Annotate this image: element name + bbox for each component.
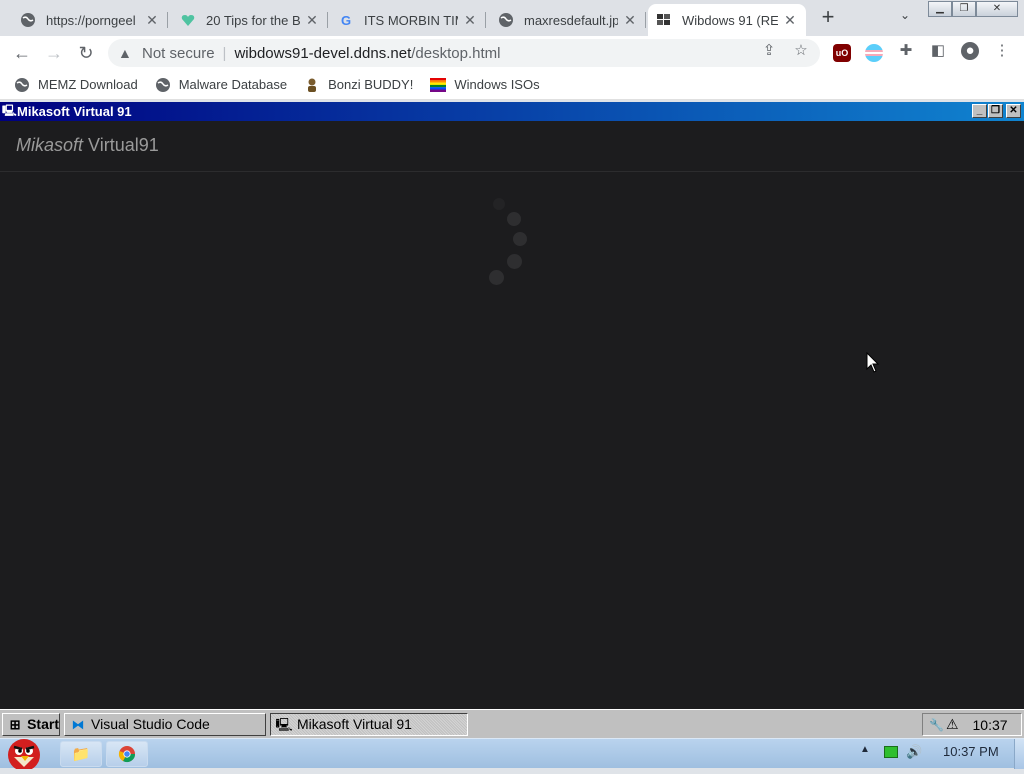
- close-icon[interactable]: ✕: [622, 12, 638, 28]
- os-clock[interactable]: 10:37 PM: [943, 744, 999, 759]
- forward-button[interactable]: →: [42, 41, 66, 65]
- browser-tab[interactable]: maxresdefault.jp ✕: [490, 4, 646, 36]
- bookmarks-bar: MEMZ Download Malware Database Bonzi BUD…: [0, 70, 1024, 100]
- restore-window-button[interactable]: ❐: [952, 1, 976, 17]
- rainbow-flag-icon: [430, 77, 447, 93]
- browser-toolbar: ← → ↻ ▲ Not secure | wibdows91-devel.ddn…: [0, 36, 1024, 70]
- tab-title: https://porngeel: [46, 12, 136, 28]
- tab-title: ITS MORBIN TIM: [364, 12, 458, 28]
- chevron-down-icon[interactable]: ⌄: [894, 8, 916, 28]
- windows-logo-icon: ⊞: [9, 716, 21, 732]
- address-divider: |: [222, 44, 227, 62]
- os-taskbar: 📁 ▲ 🔊 10:37 PM: [0, 738, 1024, 771]
- bookmark-label: MEMZ Download: [38, 77, 138, 92]
- tab-title: Wibdows 91 (RE: [682, 12, 778, 28]
- minimize-window-button[interactable]: ▁: [928, 1, 952, 17]
- window-title: Mikasoft Virtual 91: [17, 104, 132, 119]
- angry-bird-start-icon[interactable]: [0, 733, 50, 771]
- browser-tab[interactable]: https://porngeel ✕: [12, 4, 168, 36]
- taskbar-item-label: Mikasoft Virtual 91: [297, 716, 412, 732]
- virtual-taskbar: ⊞ Start ⧓ Visual Studio Code 🖳 Mikasoft …: [0, 709, 1024, 738]
- bookmark-label: Malware Database: [178, 77, 288, 92]
- app-brand: Mikasoft Virtual91: [16, 135, 159, 155]
- puzzle-icon[interactable]: ✚: [897, 42, 915, 60]
- flag-extension-icon[interactable]: [865, 44, 883, 62]
- globe-icon: [14, 77, 30, 93]
- taskbar-item-mikasoft[interactable]: 🖳 Mikasoft Virtual 91: [270, 713, 468, 736]
- url-text: wibdows91-devel.ddns.net/desktop.html: [234, 44, 501, 62]
- ublock-icon[interactable]: uO: [833, 44, 851, 62]
- tab-title: maxresdefault.jp: [524, 12, 618, 28]
- bookmark-windows-isos[interactable]: Windows ISOs: [430, 77, 540, 93]
- close-button[interactable]: ✕: [1006, 104, 1021, 118]
- bookmark-memz[interactable]: MEMZ Download: [14, 77, 138, 93]
- taskbar-item-label: Visual Studio Code: [91, 716, 210, 732]
- warning-icon[interactable]: ▲: [118, 45, 136, 61]
- loading-spinner: [485, 198, 535, 288]
- wrench-icon[interactable]: 🔧: [929, 718, 944, 732]
- start-label: Start: [27, 716, 59, 732]
- system-tray: 🔧 ⚠ 10:37: [922, 713, 1022, 736]
- minimize-button[interactable]: _: [972, 104, 987, 118]
- warning-icon[interactable]: ⚠: [946, 716, 959, 733]
- close-icon[interactable]: ✕: [782, 12, 798, 28]
- explorer-folder-icon[interactable]: 📁: [60, 741, 102, 767]
- volume-icon[interactable]: 🔊: [906, 744, 922, 760]
- tab-title: 20 Tips for the B: [206, 12, 300, 28]
- show-desktop-button[interactable]: [1014, 739, 1024, 769]
- show-hidden-icons-icon[interactable]: ▲: [860, 744, 870, 755]
- google-icon: G: [340, 12, 352, 28]
- computer-icon: 🖳: [275, 716, 293, 732]
- bookmark-label: Bonzi BUDDY!: [328, 77, 414, 92]
- side-panel-icon[interactable]: ◧: [929, 42, 947, 60]
- vscode-icon: ⧓: [71, 716, 85, 732]
- address-bar[interactable]: ▲ Not secure | wibdows91-devel.ddns.net/…: [108, 39, 820, 67]
- profile-avatar-icon[interactable]: ●: [961, 42, 979, 60]
- share-icon[interactable]: ⇪: [760, 42, 778, 60]
- tray-clock[interactable]: 10:37: [973, 717, 1008, 733]
- new-tab-button[interactable]: +: [816, 6, 840, 30]
- heart-icon: [180, 12, 196, 28]
- menu-kebab-icon[interactable]: ⋮: [993, 42, 1011, 60]
- app-header: Mikasoft Virtual91: [0, 121, 1024, 172]
- close-icon[interactable]: ✕: [462, 12, 478, 28]
- close-icon[interactable]: ✕: [304, 12, 320, 28]
- browser-tab[interactable]: G ITS MORBIN TIM ✕: [330, 4, 486, 36]
- security-label: Not secure: [142, 44, 215, 62]
- star-icon[interactable]: ☆: [792, 42, 810, 60]
- window-titlebar[interactable]: 🖳 Mikasoft Virtual 91 _ ❐ ✕: [0, 102, 1024, 121]
- reload-button[interactable]: ↻: [74, 41, 98, 65]
- globe-icon: [20, 12, 36, 28]
- bookmark-label: Windows ISOs: [454, 77, 540, 92]
- bookmark-bonzi-buddy[interactable]: Bonzi BUDDY!: [304, 77, 413, 93]
- mouse-cursor-icon: [866, 351, 880, 379]
- browser-tab-strip: https://porngeel ✕ 20 Tips for the B ✕ G…: [0, 0, 1024, 36]
- virtual-window: 🖳 Mikasoft Virtual 91 _ ❐ ✕ Mikasoft Vir…: [0, 102, 1024, 709]
- bookmark-malware-database[interactable]: Malware Database: [155, 77, 287, 93]
- close-window-button[interactable]: ✕: [976, 1, 1018, 17]
- bonzi-icon: [304, 77, 320, 93]
- close-icon[interactable]: ✕: [144, 12, 160, 28]
- maximize-button[interactable]: ❐: [988, 104, 1003, 118]
- windows-flag-icon: [656, 12, 672, 28]
- browser-tab[interactable]: 20 Tips for the B ✕: [172, 4, 328, 36]
- back-button[interactable]: ←: [10, 41, 34, 65]
- computer-icon: 🖳: [2, 105, 17, 117]
- globe-icon: [155, 77, 171, 93]
- chrome-icon[interactable]: [106, 741, 148, 767]
- network-icon[interactable]: [884, 746, 898, 758]
- taskbar-item-vscode[interactable]: ⧓ Visual Studio Code: [64, 713, 266, 736]
- globe-icon: [498, 12, 514, 28]
- browser-tab-active[interactable]: Wibdows 91 (RE ✕: [648, 4, 806, 36]
